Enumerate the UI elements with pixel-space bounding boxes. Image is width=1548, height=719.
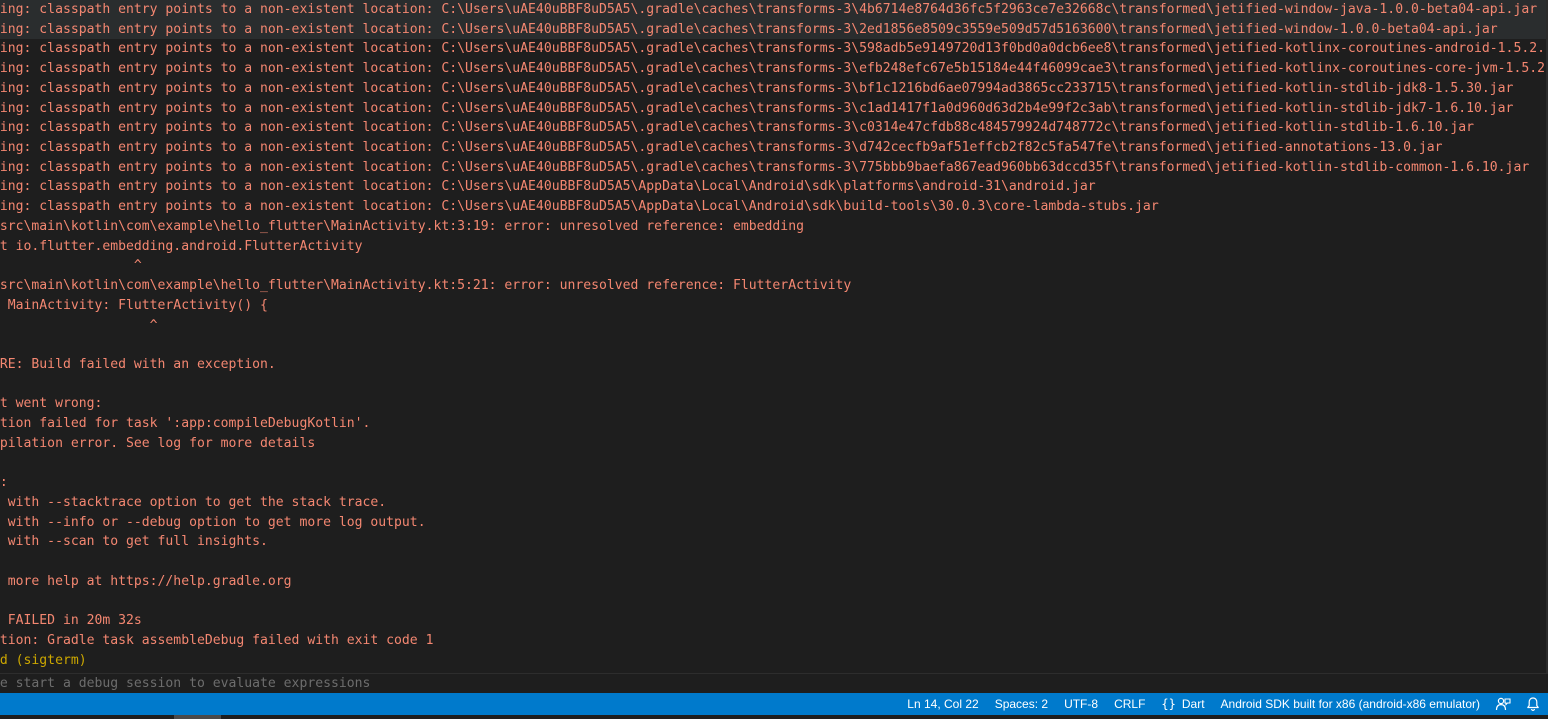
feedback-person-icon[interactable] bbox=[1488, 693, 1518, 715]
console-line: y: bbox=[0, 475, 8, 491]
console-line: mpilation error. See log for more detail… bbox=[0, 435, 316, 451]
console-line: ed (sigterm) bbox=[0, 652, 87, 668]
horizontal-scrollbar-thumb[interactable] bbox=[174, 715, 221, 719]
console-line: ution failed for task ':app:compileDebug… bbox=[0, 416, 371, 432]
status-bar-right: Ln 14, Col 22 Spaces: 2 UTF-8 CRLF {} Da… bbox=[899, 693, 1548, 715]
bell-icon[interactable] bbox=[1518, 693, 1548, 715]
console-line: ning: classpath entry points to a non-ex… bbox=[0, 179, 1096, 195]
console-line: \src\main\kotlin\com\example\hello_flutt… bbox=[0, 278, 852, 294]
console-line: \src\main\kotlin\com\example\hello_flutt… bbox=[0, 218, 804, 234]
device-selector[interactable]: Android SDK built for x86 (android-x86 e… bbox=[1213, 693, 1488, 715]
console-lines: ning: classpath entry points to a non-ex… bbox=[0, 0, 1548, 670]
console-line: D FAILED in 20m 32s bbox=[0, 613, 142, 629]
console-line: ning: classpath entry points to a non-ex… bbox=[0, 19, 1548, 40]
eval-input-placeholder: se start a debug session to evaluate exp… bbox=[0, 676, 371, 691]
console-line: at went wrong: bbox=[0, 396, 103, 412]
console-line: ning: classpath entry points to a non-ex… bbox=[0, 61, 1548, 77]
console-line: rt io.flutter.embedding.android.FlutterA… bbox=[0, 238, 363, 254]
braces-icon: {} bbox=[1161, 697, 1176, 711]
console-line: ning: classpath entry points to a non-ex… bbox=[0, 159, 1530, 175]
cursor-position[interactable]: Ln 14, Col 22 bbox=[899, 693, 986, 715]
console-line: ^ bbox=[0, 317, 158, 333]
console-line: ^ bbox=[0, 258, 142, 274]
indentation-selector[interactable]: Spaces: 2 bbox=[987, 693, 1056, 715]
language-mode-selector[interactable]: {} Dart bbox=[1153, 693, 1212, 715]
end-of-line-selector[interactable]: CRLF bbox=[1106, 693, 1153, 715]
console-line: ption: Gradle task assembleDebug failed … bbox=[0, 633, 434, 648]
console-line: ning: classpath entry points to a non-ex… bbox=[0, 140, 1443, 156]
console-line: ning: classpath entry points to a non-ex… bbox=[0, 100, 1514, 116]
console-line: URE: Build failed with an exception. bbox=[0, 356, 276, 372]
encoding-selector[interactable]: UTF-8 bbox=[1056, 693, 1106, 715]
console-line: ning: classpath entry points to a non-ex… bbox=[0, 0, 1548, 20]
console-line: ning: classpath entry points to a non-ex… bbox=[0, 80, 1514, 96]
horizontal-scrollbar[interactable] bbox=[0, 715, 1548, 719]
console-line: t more help at https://help.gradle.org bbox=[0, 573, 292, 589]
debug-console-output[interactable]: ning: classpath entry points to a non-ex… bbox=[0, 0, 1548, 673]
console-line: ning: classpath entry points to a non-ex… bbox=[0, 120, 1475, 136]
status-bar: Ln 14, Col 22 Spaces: 2 UTF-8 CRLF {} Da… bbox=[0, 693, 1548, 715]
console-line: s MainActivity: FlutterActivity() { bbox=[0, 297, 268, 313]
language-mode-label: Dart bbox=[1181, 697, 1205, 711]
console-line: n with --stacktrace option to get the st… bbox=[0, 494, 387, 510]
console-line: n with --info or --debug option to get m… bbox=[0, 514, 426, 530]
console-line: ning: classpath entry points to a non-ex… bbox=[0, 199, 1159, 215]
console-line: ning: classpath entry points to a non-ex… bbox=[0, 41, 1548, 57]
debug-console-eval-input[interactable]: se start a debug session to evaluate exp… bbox=[0, 673, 1548, 693]
console-line: n with --scan to get full insights. bbox=[0, 534, 268, 550]
